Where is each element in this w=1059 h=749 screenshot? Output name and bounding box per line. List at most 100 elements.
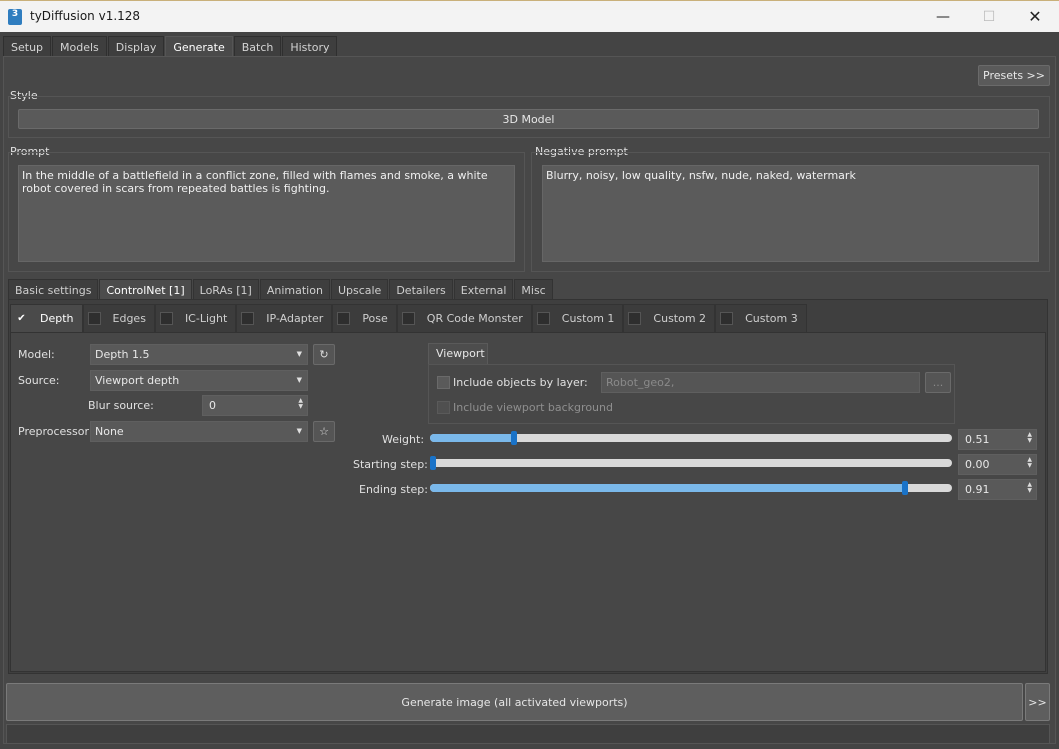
- source-value: Viewport depth: [95, 374, 180, 387]
- status-bar: [6, 724, 1050, 744]
- cn-tab-label: IP-Adapter: [266, 312, 324, 325]
- prompt-textarea[interactable]: In the middle of a battlefield in a conf…: [18, 165, 515, 262]
- starting-step-value: 0.00: [965, 458, 990, 471]
- ending-step-label: Ending step:: [359, 483, 428, 496]
- starting-step-slider[interactable]: [430, 456, 952, 470]
- close-button[interactable]: ✕: [1012, 1, 1058, 32]
- check-icon[interactable]: ✔: [15, 312, 28, 325]
- spinner-arrows-icon[interactable]: ▲ ▼: [298, 398, 303, 410]
- tab-batch[interactable]: Batch: [233, 36, 282, 57]
- blur-source-label: Blur source:: [88, 399, 154, 412]
- include-objects-checkbox[interactable]: [437, 376, 450, 389]
- cn-tab-label: Pose: [362, 312, 388, 325]
- viewport-tab[interactable]: Viewport: [428, 343, 488, 365]
- spinner-arrows-icon[interactable]: ▲ ▼: [1027, 482, 1032, 494]
- slider-handle[interactable]: [902, 481, 908, 495]
- preprocessor-favorite-button[interactable]: ☆: [313, 421, 335, 442]
- cn-tab-pose[interactable]: Pose: [332, 304, 397, 332]
- window-title: tyDiffusion v1.128: [30, 9, 141, 23]
- title-bar: 3 tyDiffusion v1.128 — ☐ ✕: [0, 0, 1059, 32]
- app-icon: 3: [8, 9, 22, 25]
- tab-misc[interactable]: Misc: [514, 279, 553, 300]
- negative-prompt-textarea[interactable]: Blurry, noisy, low quality, nsfw, nude, …: [542, 165, 1039, 262]
- blur-source-spinner[interactable]: 0 ▲ ▼: [202, 395, 308, 416]
- weight-value: 0.51: [965, 433, 990, 446]
- source-label: Source:: [18, 374, 60, 387]
- enable-checkbox[interactable]: [628, 312, 642, 325]
- controlnet-type-tabs: ✔ Depth Edges IC-Light IP-Adapter Pose Q…: [10, 304, 807, 332]
- ending-step-spinner[interactable]: 0.91 ▲ ▼: [958, 479, 1037, 500]
- starting-step-spinner[interactable]: 0.00 ▲ ▼: [958, 454, 1037, 475]
- maximize-button[interactable]: ☐: [966, 1, 1012, 32]
- model-value: Depth 1.5: [95, 348, 150, 361]
- cn-tab-label: IC-Light: [184, 312, 228, 325]
- include-background-checkbox[interactable]: [437, 401, 450, 414]
- cn-tab-custom-3[interactable]: Custom 3: [715, 304, 807, 332]
- layer-value: Robot_geo2,: [606, 376, 675, 389]
- tab-basic-settings[interactable]: Basic settings: [8, 279, 99, 300]
- presets-button[interactable]: Presets >>: [978, 65, 1050, 86]
- cn-tab-edges[interactable]: Edges: [82, 304, 155, 332]
- enable-checkbox[interactable]: [159, 312, 173, 325]
- model-label: Model:: [18, 348, 55, 361]
- style-selector-button[interactable]: 3D Model: [18, 109, 1039, 129]
- refresh-icon: ↻: [319, 348, 329, 361]
- cn-tab-label: QR Code Monster: [426, 312, 523, 325]
- preprocessor-dropdown[interactable]: None ▼: [90, 421, 308, 442]
- enable-checkbox[interactable]: [87, 312, 101, 325]
- tab-external[interactable]: External: [453, 279, 514, 300]
- weight-spinner[interactable]: 0.51 ▲ ▼: [958, 429, 1037, 450]
- ending-step-slider[interactable]: [430, 481, 952, 495]
- tab-detailers[interactable]: Detailers: [389, 279, 453, 300]
- tab-animation[interactable]: Animation: [259, 279, 330, 300]
- source-dropdown[interactable]: Viewport depth ▼: [90, 370, 308, 391]
- chevron-down-icon: ▼: [296, 376, 302, 384]
- spinner-arrows-icon[interactable]: ▲ ▼: [1027, 457, 1032, 469]
- model-dropdown[interactable]: Depth 1.5 ▼: [90, 344, 308, 365]
- cn-tab-ic-light[interactable]: IC-Light: [154, 304, 237, 332]
- settings-tabs: Basic settings ControlNet [1] LoRAs [1] …: [8, 279, 554, 300]
- preprocessor-label: Preprocessor:: [18, 425, 93, 438]
- refresh-models-button[interactable]: ↻: [313, 344, 335, 365]
- tab-models[interactable]: Models: [52, 36, 107, 57]
- slider-handle[interactable]: [511, 431, 517, 445]
- include-background-label: Include viewport background: [453, 401, 613, 414]
- layer-input[interactable]: Robot_geo2,: [601, 372, 920, 393]
- generate-image-button[interactable]: Generate image (all activated viewports): [6, 683, 1023, 721]
- chevron-down-icon: ▼: [296, 350, 302, 358]
- tab-setup[interactable]: Setup: [3, 36, 52, 57]
- cn-tab-custom-2[interactable]: Custom 2: [623, 304, 716, 332]
- generate-options-button[interactable]: >>: [1025, 683, 1050, 721]
- preprocessor-value: None: [95, 425, 124, 438]
- starting-step-label: Starting step:: [353, 458, 428, 471]
- include-objects-label: Include objects by layer:: [453, 376, 588, 389]
- enable-checkbox[interactable]: [241, 312, 255, 325]
- cn-tab-label: Depth: [40, 312, 74, 325]
- cn-tab-ip-adapter[interactable]: IP-Adapter: [236, 304, 333, 332]
- cn-tab-custom-1[interactable]: Custom 1: [531, 304, 624, 332]
- cn-tab-label: Custom 2: [653, 312, 707, 325]
- tab-loras[interactable]: LoRAs [1]: [192, 279, 259, 300]
- slider-fill: [430, 434, 514, 442]
- main-tabs: Setup Models Display Generate Batch Hist…: [3, 36, 338, 57]
- weight-label: Weight:: [382, 433, 425, 446]
- cn-tab-depth[interactable]: ✔ Depth: [10, 304, 83, 332]
- enable-checkbox[interactable]: [401, 312, 415, 325]
- tab-display[interactable]: Display: [107, 36, 165, 57]
- tab-controlnet[interactable]: ControlNet [1]: [99, 279, 192, 300]
- enable-checkbox[interactable]: [337, 312, 351, 325]
- slider-handle[interactable]: [430, 456, 436, 470]
- tab-history[interactable]: History: [282, 36, 338, 57]
- chevron-down-icon: ▼: [296, 427, 302, 435]
- cn-tab-qr-code-monster[interactable]: QR Code Monster: [396, 304, 532, 332]
- enable-checkbox[interactable]: [536, 312, 550, 325]
- tab-upscale[interactable]: Upscale: [330, 279, 389, 300]
- weight-slider[interactable]: [430, 431, 952, 445]
- browse-layers-button[interactable]: ...: [925, 372, 951, 393]
- enable-checkbox[interactable]: [720, 312, 734, 325]
- spinner-arrows-icon[interactable]: ▲ ▼: [1027, 432, 1032, 444]
- cn-tab-label: Custom 3: [745, 312, 798, 325]
- slider-fill: [430, 484, 905, 492]
- minimize-button[interactable]: —: [920, 1, 966, 32]
- tab-generate[interactable]: Generate: [165, 36, 233, 57]
